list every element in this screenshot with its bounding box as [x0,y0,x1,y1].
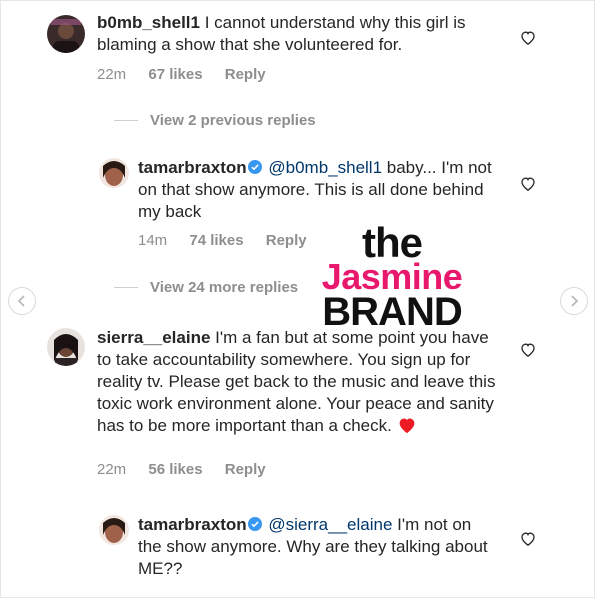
comment-likes[interactable]: 56 likes [148,461,202,478]
comment-meta: 22m 56 likes Reply [97,461,284,478]
reply-button[interactable]: Reply [266,232,307,249]
mention-link[interactable]: @b0mb_shell1 [268,158,382,177]
avatar[interactable] [99,158,129,188]
comment-username[interactable]: sierra__elaine [97,328,210,347]
comment-body: tamarbraxton @sierra__elaine I'm not on … [138,514,498,580]
thread-line [114,120,138,121]
view-more-replies-button[interactable]: View 24 more replies [114,279,298,296]
watermark-line3: BRAND [322,290,462,334]
watermark-line2: Jasmine [321,256,463,297]
comment-panel [0,0,595,598]
heart-outline-icon[interactable] [520,531,536,546]
comment-meta: 14m 74 likes Reply [138,232,325,249]
chevron-right-icon [571,295,579,307]
comment-time[interactable]: 14m [138,232,167,249]
reply-button[interactable]: Reply [225,461,266,478]
next-arrow-button[interactable] [560,287,588,315]
avatar[interactable] [47,15,85,53]
red-heart-emoji-icon [399,418,414,434]
avatar[interactable] [47,328,85,366]
heart-outline-icon[interactable] [520,176,536,191]
view-previous-replies-button[interactable]: View 2 previous replies [114,112,316,129]
reply-button[interactable]: Reply [225,66,266,83]
avatar[interactable] [99,515,129,545]
verified-badge-icon [247,160,262,174]
thread-line [114,287,138,288]
comment-meta: 22m 67 likes Reply [97,66,284,83]
previous-arrow-button[interactable] [8,287,36,315]
comment-time[interactable]: 22m [97,461,126,478]
heart-outline-icon[interactable] [520,342,536,357]
comment-body: sierra__elaine I'm a fan but at some poi… [97,327,497,437]
comment-likes[interactable]: 74 likes [189,232,243,249]
watermark-logo: the Jasmine BRAND [312,219,472,334]
watermark-line1: the [362,219,423,266]
view-more-label: View 24 more replies [150,279,299,296]
verified-badge-icon [247,517,262,531]
comment-time[interactable]: 22m [97,66,126,83]
comment-username[interactable]: b0mb_shell1 [97,13,200,32]
chevron-left-icon [17,295,25,307]
comment-body: b0mb_shell1 I cannot understand why this… [97,12,497,56]
view-previous-label: View 2 previous replies [150,112,316,129]
mention-link[interactable]: @sierra__elaine [268,515,392,534]
comment-username[interactable]: tamarbraxton [138,515,247,534]
heart-outline-icon[interactable] [520,30,536,45]
comment-likes[interactable]: 67 likes [148,66,202,83]
comment-username[interactable]: tamarbraxton [138,158,247,177]
comment-body: tamarbraxton @b0mb_shell1 baby... I'm no… [138,157,498,223]
